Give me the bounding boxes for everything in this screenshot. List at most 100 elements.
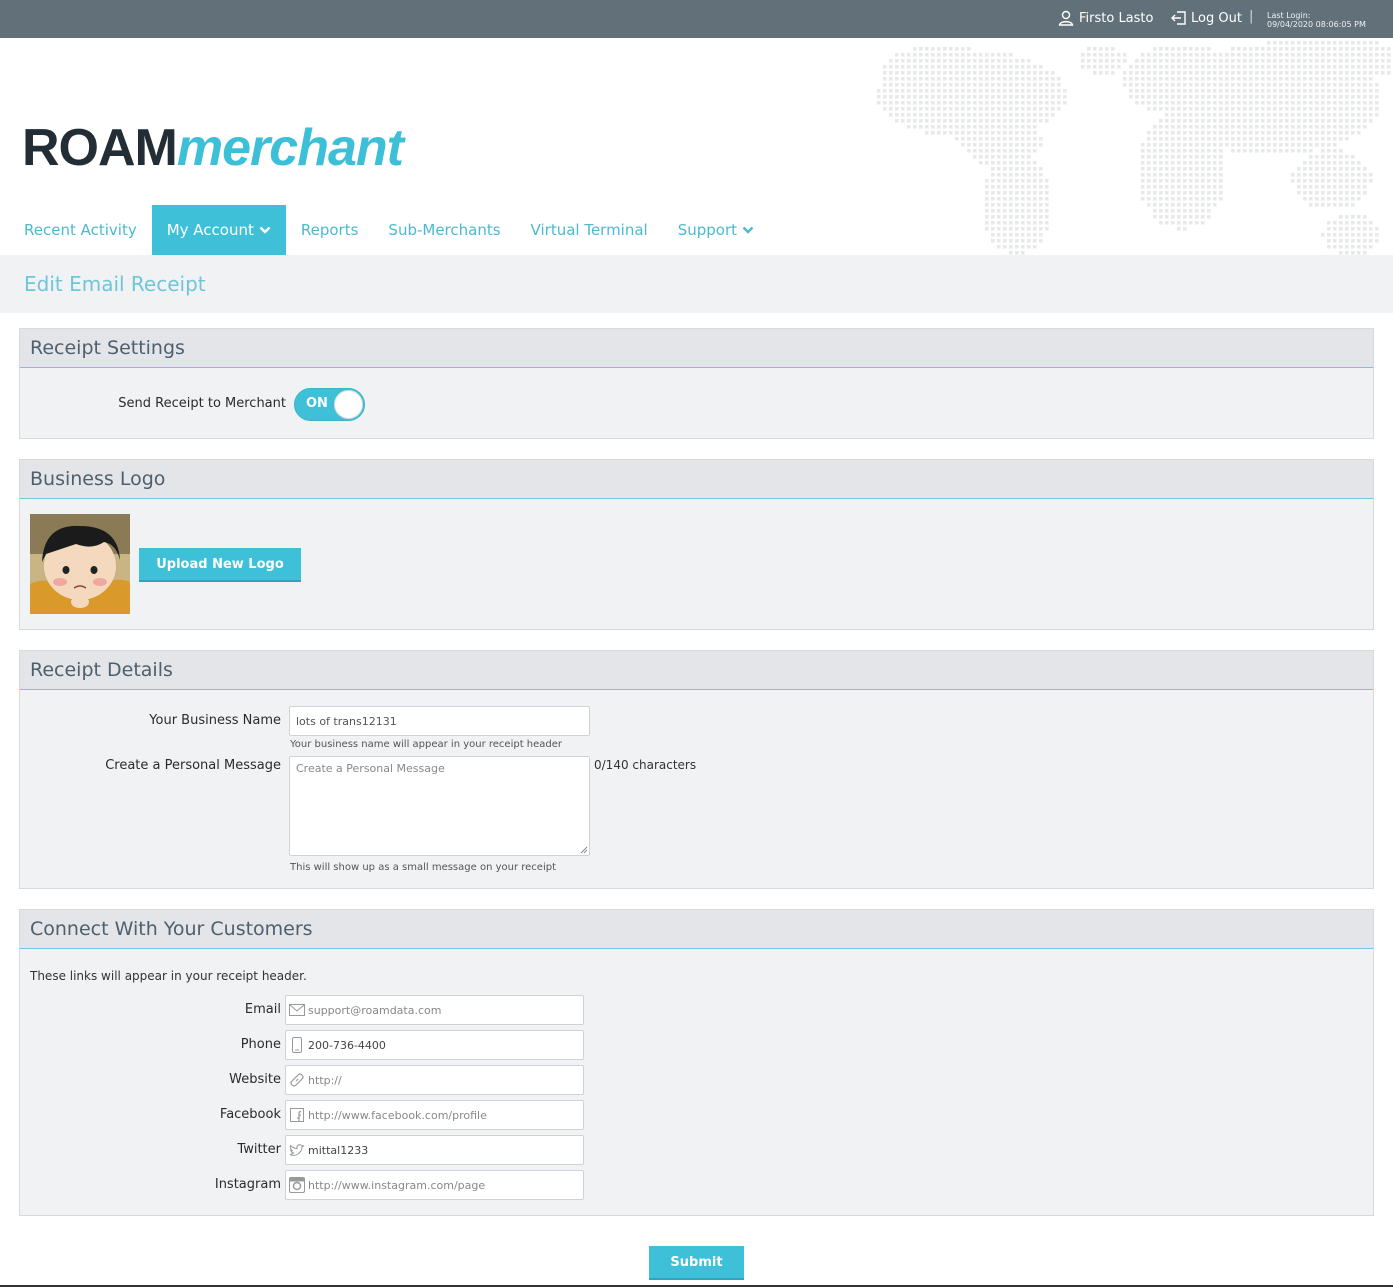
map-dot <box>1219 119 1223 123</box>
nav-virtual-terminal[interactable]: Virtual Terminal <box>516 205 663 255</box>
map-dot <box>991 137 995 141</box>
map-dot <box>1333 203 1337 207</box>
map-dot <box>1279 83 1283 87</box>
map-dot <box>1165 143 1169 147</box>
map-dot <box>1261 59 1265 63</box>
map-dot <box>1015 251 1019 255</box>
map-dot <box>1003 239 1007 243</box>
send-receipt-toggle[interactable]: ON <box>294 388 365 421</box>
map-dot <box>1201 83 1205 87</box>
nav-my-account[interactable]: My Account <box>151 205 286 255</box>
map-dot <box>1231 53 1235 57</box>
map-dot <box>1297 179 1301 183</box>
map-dot <box>943 47 947 51</box>
map-dot <box>1153 131 1157 135</box>
chevron-down-icon <box>742 221 754 239</box>
map-dot <box>931 107 935 111</box>
map-dot <box>1045 197 1049 201</box>
map-dot <box>1195 113 1199 117</box>
map-dot <box>1033 113 1037 117</box>
map-dot <box>1339 77 1343 81</box>
map-dot <box>913 107 917 111</box>
map-dot <box>1141 197 1145 201</box>
twitter-field[interactable]: mittal1233 <box>285 1135 584 1165</box>
map-dot <box>1177 101 1181 105</box>
map-dot <box>1195 77 1199 81</box>
submit-button[interactable]: Submit <box>649 1246 744 1280</box>
map-dot <box>991 101 995 105</box>
map-dot <box>1033 107 1037 111</box>
map-dot <box>967 83 971 87</box>
business-name-input[interactable]: lots of trans12131 <box>289 706 590 736</box>
map-dot <box>1267 89 1271 93</box>
map-dot <box>985 143 989 147</box>
map-dot <box>991 209 995 213</box>
map-dot <box>1357 191 1361 195</box>
map-dot <box>1267 149 1271 153</box>
map-dot <box>1381 71 1385 75</box>
map-dot <box>1261 71 1265 75</box>
instagram-field[interactable]: http://www.instagram.com/page <box>285 1170 584 1200</box>
map-dot <box>1141 161 1145 165</box>
map-dot <box>1027 179 1031 183</box>
map-dot <box>1345 131 1349 135</box>
nav-reports[interactable]: Reports <box>286 205 374 255</box>
nav-recent-activity[interactable]: Recent Activity <box>9 205 152 255</box>
map-dot <box>1345 161 1349 165</box>
nav-sub-merchants[interactable]: Sub-Merchants <box>373 205 515 255</box>
map-dot <box>1327 143 1331 147</box>
map-dot <box>1021 215 1025 219</box>
receipt-settings-panel: Receipt Settings Send Receipt to Merchan… <box>19 328 1374 439</box>
map-dot <box>985 149 989 153</box>
personal-message-textarea[interactable]: Create a Personal Message <box>289 756 590 856</box>
map-dot <box>913 53 917 57</box>
map-dot <box>967 59 971 63</box>
facebook-field[interactable]: http://www.facebook.com/profile <box>285 1100 584 1130</box>
map-dot <box>1201 203 1205 207</box>
map-dot <box>949 59 953 63</box>
map-dot <box>1219 125 1223 129</box>
roam-merchant-logo[interactable]: ROAMmerchant <box>22 118 404 178</box>
map-dot <box>991 119 995 123</box>
resize-handle-icon[interactable] <box>580 846 588 854</box>
map-dot <box>1351 83 1355 87</box>
map-dot <box>1333 89 1337 93</box>
upload-logo-button[interactable]: Upload New Logo <box>139 548 301 582</box>
map-dot <box>1141 83 1145 87</box>
map-dot <box>1261 65 1265 69</box>
nav-support[interactable]: Support <box>663 205 769 255</box>
map-dot <box>1045 113 1049 117</box>
map-dot <box>1165 113 1169 117</box>
map-dot <box>1267 59 1271 63</box>
map-dot <box>1045 119 1049 123</box>
logout-link[interactable]: Log Out <box>1171 10 1242 26</box>
map-dot <box>997 77 1001 81</box>
map-dot <box>1285 125 1289 129</box>
user-menu[interactable]: Firsto Lasto <box>1058 10 1153 26</box>
map-dot <box>1291 173 1295 177</box>
map-dot <box>1243 131 1247 135</box>
map-dot <box>1183 185 1187 189</box>
phone-field[interactable]: 200-736-4400 <box>285 1030 584 1060</box>
map-dot <box>1303 95 1307 99</box>
map-dot <box>1153 215 1157 219</box>
map-dot <box>1009 215 1013 219</box>
map-dot <box>979 65 983 69</box>
map-dot <box>1369 77 1373 81</box>
map-dot <box>1345 137 1349 141</box>
map-dot <box>1273 143 1277 147</box>
map-dot <box>1357 179 1361 183</box>
map-dot <box>1171 191 1175 195</box>
website-field[interactable]: http:// <box>285 1065 584 1095</box>
map-dot <box>1183 89 1187 93</box>
map-dot <box>1369 89 1373 93</box>
email-field[interactable]: support@roamdata.com <box>285 995 584 1025</box>
map-dot <box>1273 71 1277 75</box>
map-dot <box>1237 119 1241 123</box>
map-dot <box>1369 59 1373 63</box>
map-dot <box>1369 245 1373 249</box>
map-dot <box>1327 71 1331 75</box>
map-dot <box>1189 185 1193 189</box>
map-dot <box>1177 107 1181 111</box>
map-dot <box>1105 71 1109 75</box>
